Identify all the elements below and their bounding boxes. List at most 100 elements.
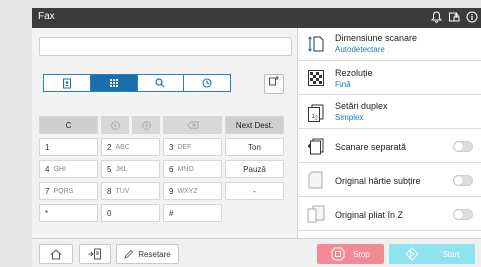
home-button[interactable] — [39, 244, 73, 264]
next-destination-key[interactable]: Next Dest. — [225, 116, 284, 134]
key-2[interactable]: 2 ABC — [101, 138, 160, 156]
search-tab[interactable] — [138, 75, 185, 91]
address-book-icon — [62, 78, 71, 88]
cursor-left-key[interactable] — [101, 116, 129, 134]
settings-panel: Dimensiune scanare Autodetectare Rezoluț… — [297, 28, 481, 238]
key-letters: TUV — [115, 187, 130, 195]
screen-lock-icon[interactable] — [447, 11, 461, 25]
z-fold-toggle[interactable] — [453, 209, 473, 220]
job-list-icon — [88, 248, 101, 260]
key-4[interactable]: 4 GHI — [39, 160, 98, 178]
address-book-tab[interactable] — [44, 75, 91, 91]
stop-label: Stop — [353, 249, 370, 259]
start-label: Start — [442, 249, 460, 259]
reset-label: Resetare — [138, 249, 171, 259]
setting-label: Dimensiune scanare — [335, 33, 418, 43]
cursor-right-key[interactable] — [132, 116, 160, 134]
pause-key[interactable]: Pauză — [225, 160, 284, 178]
z-fold-icon — [307, 205, 325, 223]
key-letters: WXYZ — [177, 187, 198, 195]
setting-value: Fină — [335, 80, 351, 89]
key-8[interactable]: 8 TUV — [101, 182, 160, 200]
home-icon — [50, 248, 62, 259]
key-letters: GHI — [53, 165, 66, 173]
key-digit: 7 — [45, 186, 50, 196]
keypad-icon — [109, 79, 118, 87]
key-3[interactable]: 3 DEF — [163, 138, 222, 156]
pencil-icon — [124, 249, 134, 259]
resolution-icon — [307, 69, 325, 87]
key-5[interactable]: 5 JKL — [101, 160, 160, 178]
key-1[interactable]: 1 — [39, 138, 98, 156]
destination-panel: C Next Dest. 1 2 ABC 3 DEF Ton 4 GHI 5 J… — [32, 28, 297, 238]
key-digit: 0 — [107, 208, 112, 218]
hyphen-key[interactable]: - — [225, 182, 284, 200]
separate-scan-icon — [307, 137, 325, 155]
setting-thin-paper[interactable]: Original hârtie subțire — [298, 164, 481, 197]
setting-label: Original pliat în Z — [335, 210, 404, 220]
setting-resolution[interactable]: Rezoluție Fină — [298, 62, 481, 95]
thin-paper-toggle[interactable] — [453, 175, 473, 186]
key-digit: 5 — [107, 164, 112, 174]
stop-icon — [331, 247, 345, 261]
destination-field[interactable] — [39, 37, 292, 56]
page-title: Fax — [38, 11, 55, 22]
setting-z-fold[interactable]: Original pliat în Z — [298, 198, 481, 231]
info-icon[interactable] — [465, 11, 479, 25]
duplex-icon: 12 — [307, 104, 325, 122]
start-button[interactable]: Start — [389, 244, 475, 264]
key-letters: JKL — [115, 165, 128, 173]
setting-label: Rezoluție — [335, 68, 373, 78]
history-tab[interactable] — [184, 75, 230, 91]
start-icon — [404, 247, 419, 261]
setting-label: Scanare separată — [335, 142, 407, 152]
setting-separate-scan[interactable]: Scanare separată — [298, 130, 481, 163]
setting-value: Simplex — [335, 113, 364, 122]
key-6[interactable]: 6 MNO — [163, 160, 222, 178]
stop-button[interactable]: Stop — [317, 244, 384, 264]
key-digit: 2 — [107, 142, 112, 152]
bell-icon[interactable] — [429, 11, 443, 25]
job-list-button[interactable] — [79, 244, 111, 264]
svg-text:2: 2 — [315, 116, 318, 122]
key-0[interactable]: 0 — [101, 204, 160, 222]
key-star[interactable]: * — [39, 204, 98, 222]
tone-key[interactable]: Ton — [225, 138, 284, 156]
title-bar: Fax — [32, 8, 481, 28]
arrow-right-icon — [141, 120, 151, 130]
key-letters: ABC — [115, 143, 130, 151]
fax-screen: Fax C Next Dest. 1 2 ABC 3 DEF Ton 4 GHI… — [32, 8, 481, 267]
backspace-key[interactable] — [163, 116, 222, 134]
setting-label: Original hârtie subțire — [335, 176, 421, 186]
key-digit: 8 — [107, 186, 112, 196]
key-letters: DEF — [177, 143, 192, 151]
add-destination-icon — [269, 76, 279, 86]
reset-button[interactable]: Resetare — [116, 244, 179, 264]
key-digit: 9 — [169, 186, 174, 196]
scan-size-icon — [307, 35, 325, 53]
keypad-tab[interactable] — [90, 75, 138, 91]
separate-scan-toggle[interactable] — [453, 141, 473, 152]
key-digit: 3 — [169, 142, 174, 152]
key-hash[interactable]: # — [163, 204, 222, 222]
key-digit: # — [169, 208, 174, 218]
add-destination-button[interactable] — [264, 74, 284, 94]
key-digit: * — [45, 208, 49, 218]
key-letters: PQRS — [53, 187, 74, 195]
key-letters: MNO — [177, 165, 194, 173]
key-digit: 4 — [45, 164, 50, 174]
setting-label: Setări duplex — [335, 101, 388, 111]
key-9[interactable]: 9 WXYZ — [163, 182, 222, 200]
numeric-keypad: C Next Dest. 1 2 ABC 3 DEF Ton 4 GHI 5 J… — [39, 116, 292, 226]
input-mode-tabs — [43, 74, 231, 92]
setting-value: Autodetectare — [335, 45, 385, 54]
arrow-left-icon — [110, 120, 120, 130]
clear-key[interactable]: C — [39, 116, 98, 134]
history-clock-icon — [202, 78, 212, 88]
key-digit: 6 — [169, 164, 174, 174]
setting-duplex[interactable]: 12 Setări duplex Simplex — [298, 96, 481, 129]
thin-paper-icon — [307, 171, 325, 189]
key-7[interactable]: 7 PQRS — [39, 182, 98, 200]
setting-scan-size[interactable]: Dimensiune scanare Autodetectare — [298, 28, 481, 61]
search-icon — [155, 78, 165, 88]
